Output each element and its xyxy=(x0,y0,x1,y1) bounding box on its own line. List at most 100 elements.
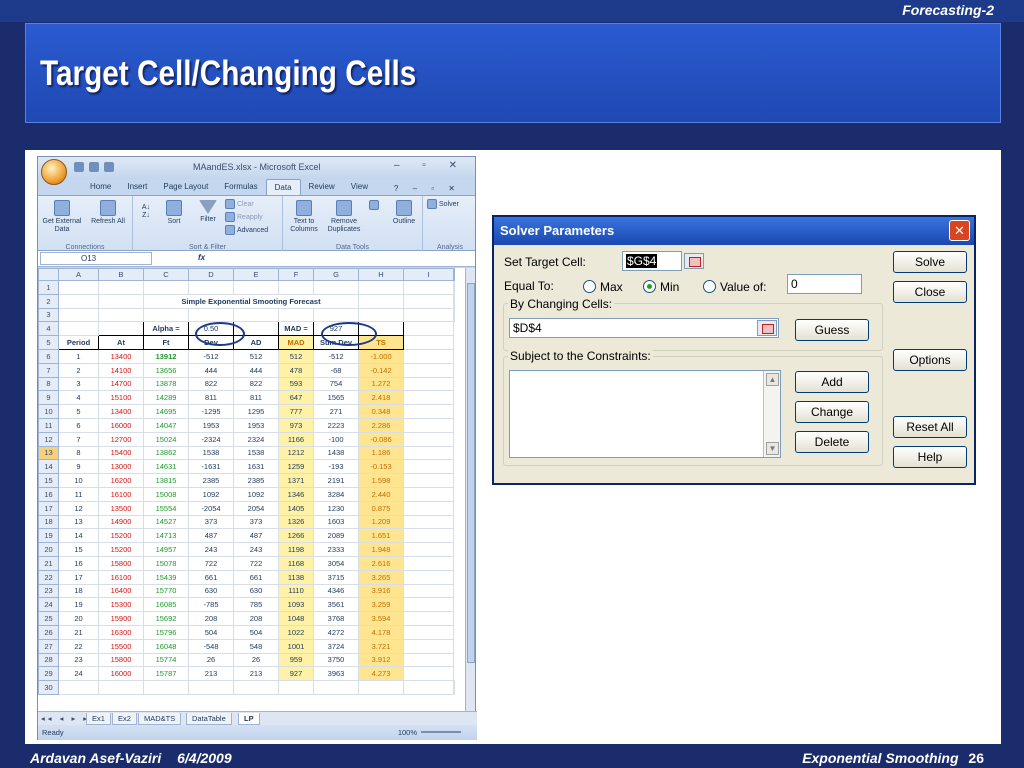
row-header[interactable]: 25 xyxy=(38,611,59,626)
cell[interactable]: 3.265 xyxy=(358,569,404,585)
cell[interactable] xyxy=(403,542,454,557)
changing-cells-input[interactable]: $D$4 xyxy=(509,318,779,338)
cell[interactable]: 1.598 xyxy=(358,473,404,488)
row-header[interactable]: 26 xyxy=(38,624,59,640)
cell[interactable]: 3.912 xyxy=(358,652,404,668)
vertical-scrollbar[interactable] xyxy=(465,268,475,711)
cell[interactable]: 504 xyxy=(233,624,279,640)
cell[interactable]: 811 xyxy=(188,390,234,406)
text-to-columns-button[interactable]: Text to Columns xyxy=(287,200,321,234)
cell[interactable] xyxy=(143,280,189,295)
collapse-dialog-icon[interactable] xyxy=(757,320,777,336)
cell[interactable]: 15078 xyxy=(143,555,189,571)
cell[interactable]: 661 xyxy=(188,569,234,585)
cell[interactable] xyxy=(403,321,454,337)
row-header[interactable]: 19 xyxy=(38,528,59,544)
cell[interactable]: 2324 xyxy=(233,431,279,447)
cell[interactable]: -2324 xyxy=(188,431,234,447)
cell[interactable]: -2054 xyxy=(188,500,234,516)
options-button[interactable]: Options xyxy=(893,349,967,371)
cell[interactable]: 3.721 xyxy=(358,638,404,654)
column-header[interactable]: H xyxy=(358,268,404,281)
row-header[interactable]: 16 xyxy=(38,486,59,502)
office-button[interactable] xyxy=(41,159,67,185)
cell[interactable]: 3768 xyxy=(313,611,359,626)
cell[interactable]: 959 xyxy=(278,652,314,668)
cell[interactable]: 11 xyxy=(58,486,99,502)
cell[interactable]: 5 xyxy=(58,404,99,419)
cell[interactable] xyxy=(98,307,144,323)
row-header[interactable]: 9 xyxy=(38,390,59,406)
cell[interactable]: 13878 xyxy=(143,376,189,392)
outline-button[interactable]: Outline xyxy=(389,200,419,226)
cell[interactable] xyxy=(233,307,279,323)
cell[interactable]: 15796 xyxy=(143,624,189,640)
cell[interactable]: 3724 xyxy=(313,638,359,654)
cell[interactable]: -0.153 xyxy=(358,459,404,475)
cell[interactable] xyxy=(453,307,455,323)
cell[interactable]: 1346 xyxy=(278,486,314,502)
cell[interactable]: 15800 xyxy=(98,652,144,668)
cell[interactable]: 15200 xyxy=(98,528,144,544)
cell[interactable] xyxy=(98,293,144,309)
cell[interactable]: 13862 xyxy=(143,445,189,461)
cell[interactable] xyxy=(403,611,454,626)
cell[interactable]: 1538 xyxy=(188,445,234,461)
row-header[interactable]: 2 xyxy=(38,293,59,309)
reset-all-button[interactable]: Reset All xyxy=(893,416,967,438)
cell[interactable] xyxy=(278,307,314,323)
cell[interactable]: 777 xyxy=(278,404,314,419)
cell[interactable] xyxy=(453,293,455,309)
cell[interactable]: 15400 xyxy=(98,445,144,461)
cell[interactable] xyxy=(403,280,454,295)
cell[interactable]: 1138 xyxy=(278,569,314,585)
cell[interactable]: -785 xyxy=(188,597,234,613)
cell[interactable]: -1631 xyxy=(188,459,234,475)
name-box[interactable]: O13 xyxy=(40,252,152,265)
cell[interactable] xyxy=(403,390,454,406)
cell[interactable]: 16000 xyxy=(98,417,144,433)
row-header[interactable]: 30 xyxy=(38,680,59,695)
cell[interactable] xyxy=(358,307,404,323)
cell[interactable] xyxy=(403,431,454,447)
solver-button[interactable]: Solver xyxy=(427,199,473,209)
cell[interactable] xyxy=(403,555,454,571)
cell[interactable]: 1266 xyxy=(278,528,314,544)
cell[interactable]: -1.000 xyxy=(358,348,404,364)
cell[interactable] xyxy=(403,293,454,309)
cell[interactable]: 15300 xyxy=(98,597,144,613)
row-header[interactable]: 21 xyxy=(38,555,59,571)
cell[interactable]: 14900 xyxy=(98,514,144,530)
column-header[interactable]: I xyxy=(403,268,454,281)
cell[interactable]: 1092 xyxy=(188,486,234,502)
cell[interactable] xyxy=(403,362,454,378)
cell[interactable]: 754 xyxy=(313,376,359,392)
target-cell-input[interactable]: $G$4 xyxy=(622,251,682,271)
filter-button[interactable]: Filter xyxy=(195,200,221,224)
cell[interactable]: 14957 xyxy=(143,542,189,557)
cell[interactable]: 1631 xyxy=(233,459,279,475)
cell[interactable] xyxy=(358,280,404,295)
row-header[interactable]: 27 xyxy=(38,638,59,654)
cell[interactable]: 18 xyxy=(58,583,99,599)
row-header[interactable]: 12 xyxy=(38,431,59,447)
cell[interactable]: 16000 xyxy=(98,666,144,682)
cell[interactable]: 1110 xyxy=(278,583,314,599)
cell[interactable]: 20 xyxy=(58,611,99,626)
cell[interactable]: 927 xyxy=(278,666,314,682)
cell[interactable]: 3750 xyxy=(313,652,359,668)
cell[interactable]: 13656 xyxy=(143,362,189,378)
cell[interactable]: 213 xyxy=(233,666,279,682)
cell[interactable] xyxy=(313,680,359,695)
cell[interactable] xyxy=(233,680,279,695)
row-header[interactable]: 5 xyxy=(38,335,59,350)
cell[interactable]: 6 xyxy=(58,417,99,433)
zoom-level[interactable]: 100% xyxy=(398,728,417,737)
cell[interactable] xyxy=(403,335,454,350)
cell[interactable]: 504 xyxy=(188,624,234,640)
cell[interactable]: 2.286 xyxy=(358,417,404,433)
cell[interactable]: 1212 xyxy=(278,445,314,461)
cell[interactable]: 16300 xyxy=(98,624,144,640)
cell[interactable]: 8 xyxy=(58,445,99,461)
cell[interactable]: 13500 xyxy=(98,500,144,516)
